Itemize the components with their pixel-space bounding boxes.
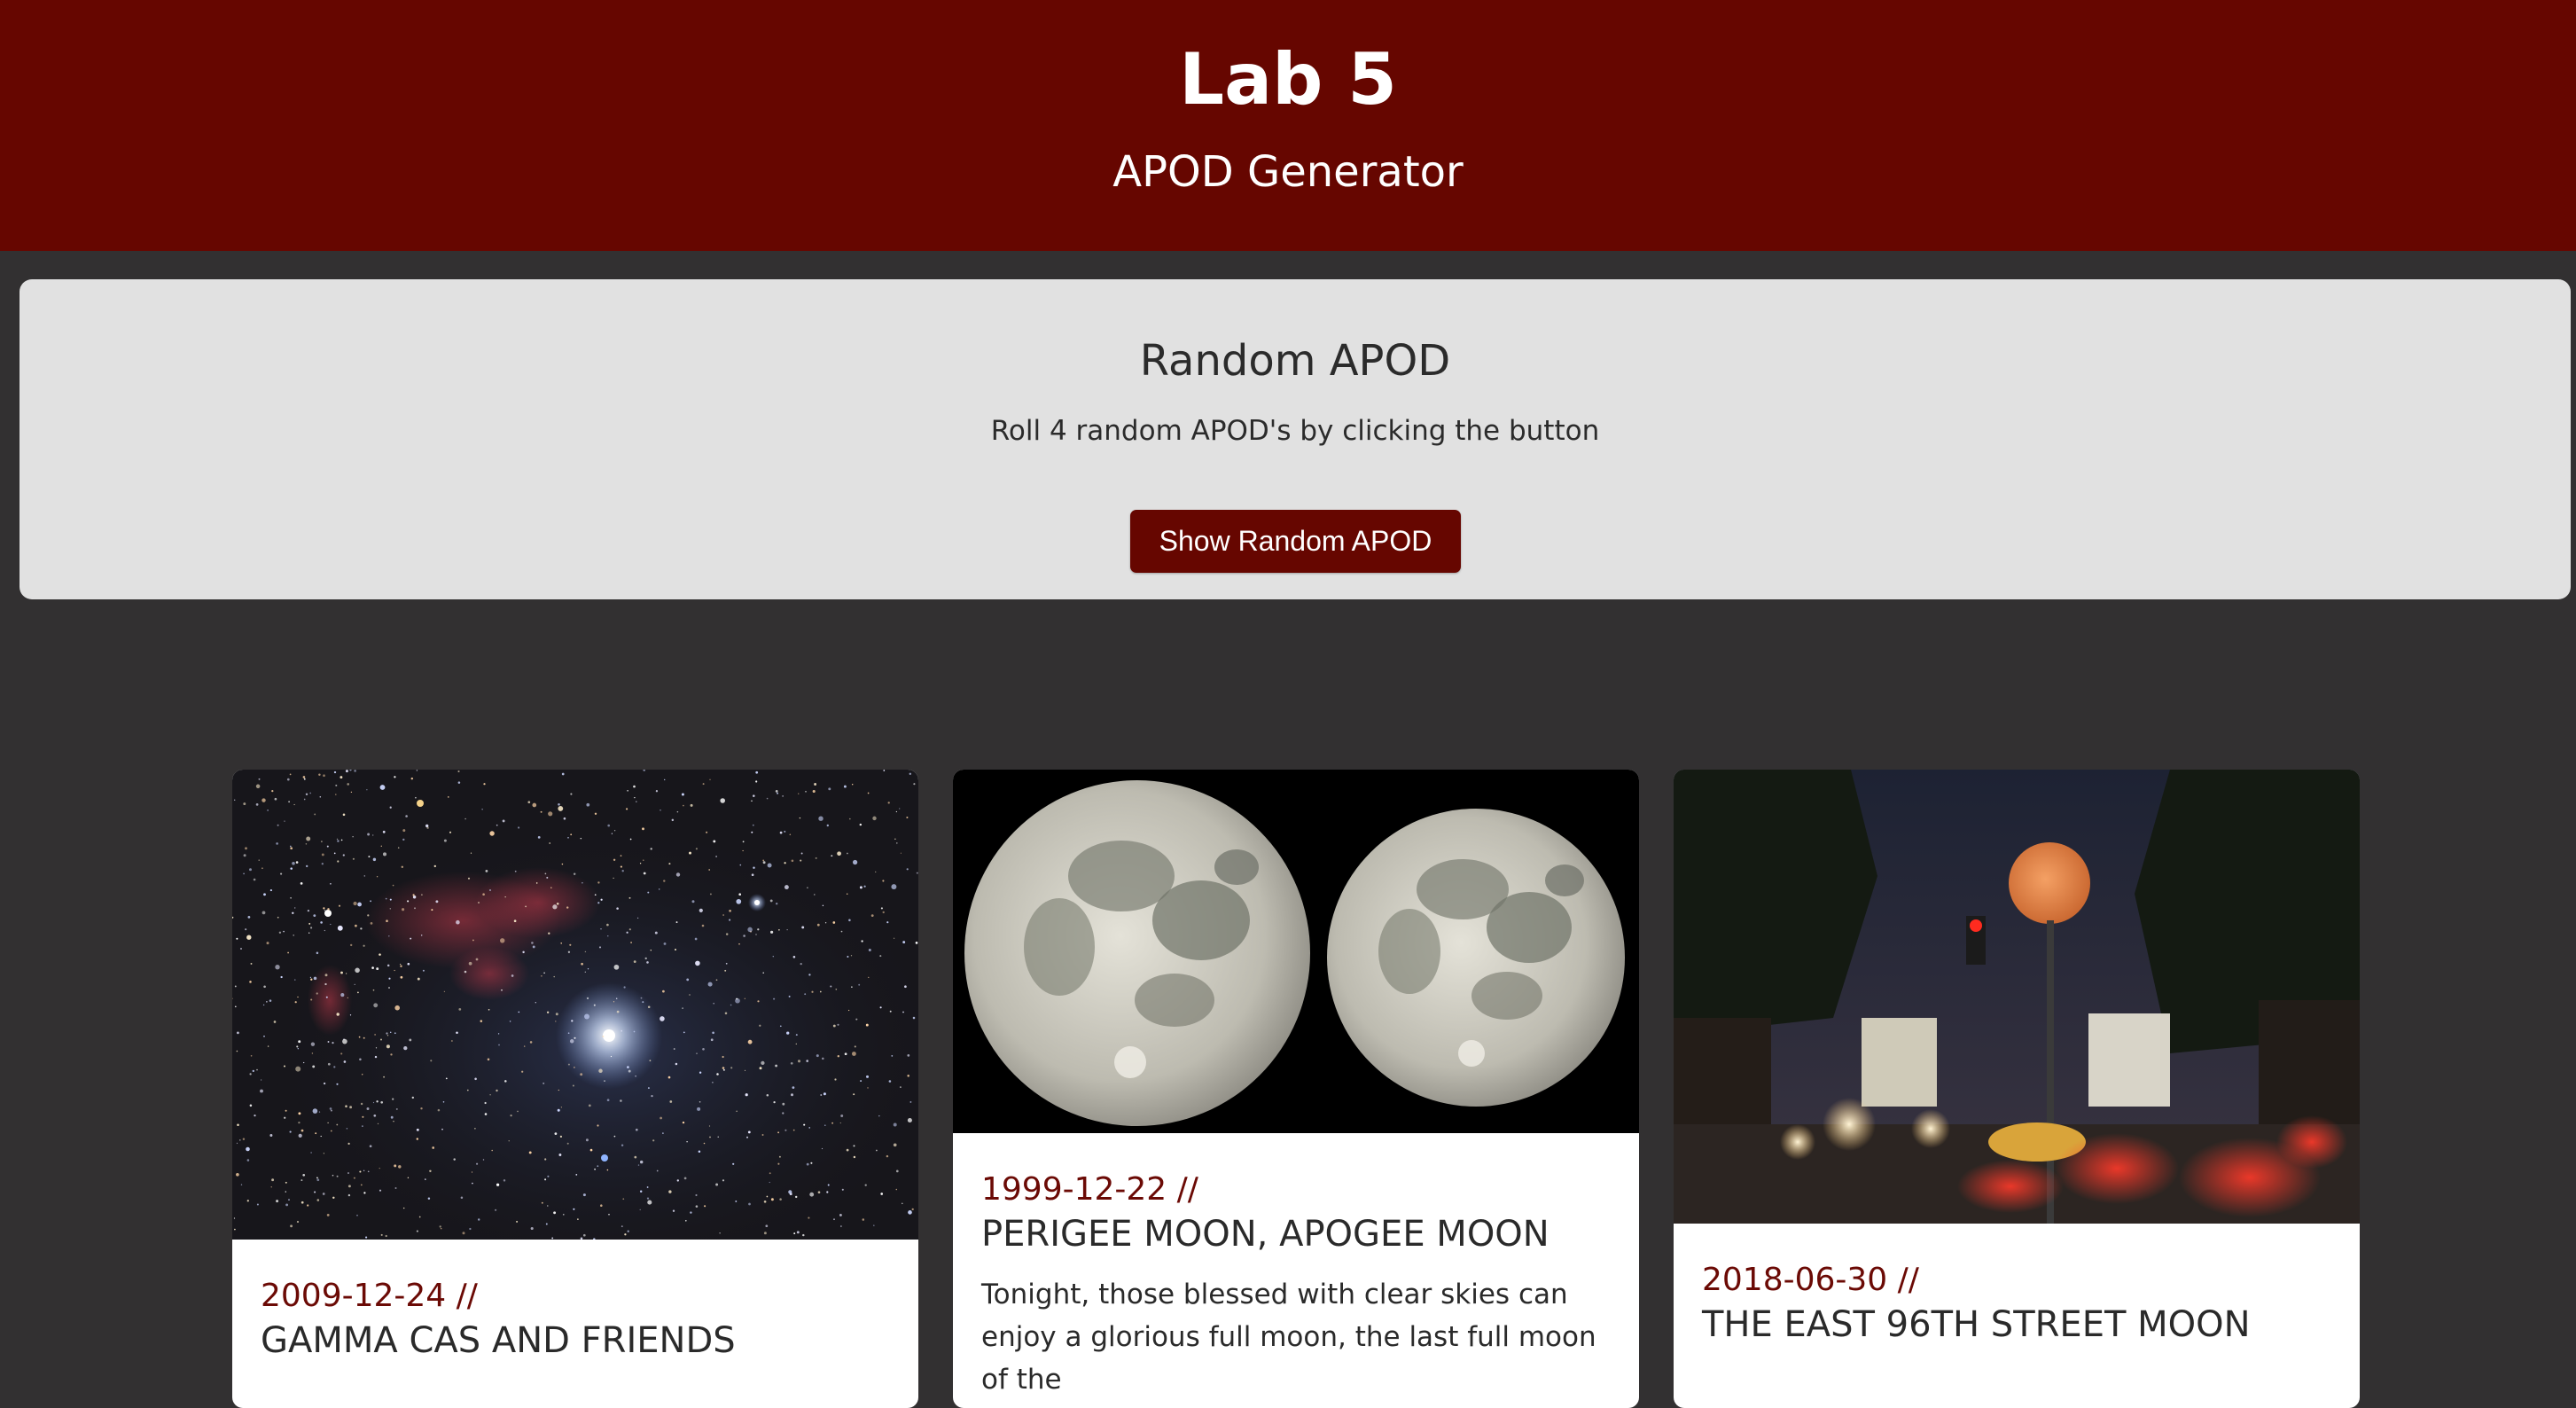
apod-card: 2009-12-24 // GAMMA CAS AND FRIENDS xyxy=(232,770,918,1408)
apod-image-perigee-moon xyxy=(953,770,1639,1133)
random-apod-panel: Random APOD Roll 4 random APOD's by clic… xyxy=(20,279,2571,599)
random-apod-description: Roll 4 random APOD's by clicking the but… xyxy=(990,415,1600,447)
page-title: Lab 5 xyxy=(1179,38,1397,121)
apod-image-gamma-cas xyxy=(232,770,918,1240)
random-apod-heading: Random APOD xyxy=(1139,336,1451,386)
apod-date: 2009-12-24 // xyxy=(261,1278,478,1314)
apod-image-east-96th-street-moon xyxy=(1674,770,2360,1224)
page-subtitle: APOD Generator xyxy=(1112,147,1464,197)
apod-card: 2018-06-30 // THE EAST 96TH STREET MOON xyxy=(1674,770,2360,1408)
page-header: Lab 5 APOD Generator xyxy=(0,0,2576,251)
apod-card: 1999-12-22 // PERIGEE MOON, APOGEE MOON … xyxy=(953,770,1639,1408)
apod-explanation: Tonight, those blessed with clear skies … xyxy=(981,1279,1596,1396)
apod-date: 1999-12-22 // xyxy=(981,1171,1198,1208)
apod-title: GAMMA CAS AND FRIENDS xyxy=(261,1320,736,1361)
apod-title: THE EAST 96TH STREET MOON xyxy=(1702,1304,2251,1345)
apod-date: 2018-06-30 // xyxy=(1702,1262,1919,1298)
show-random-apod-button[interactable]: Show Random APOD xyxy=(1130,510,1461,573)
apod-title: PERIGEE MOON, APOGEE MOON xyxy=(981,1214,1550,1255)
